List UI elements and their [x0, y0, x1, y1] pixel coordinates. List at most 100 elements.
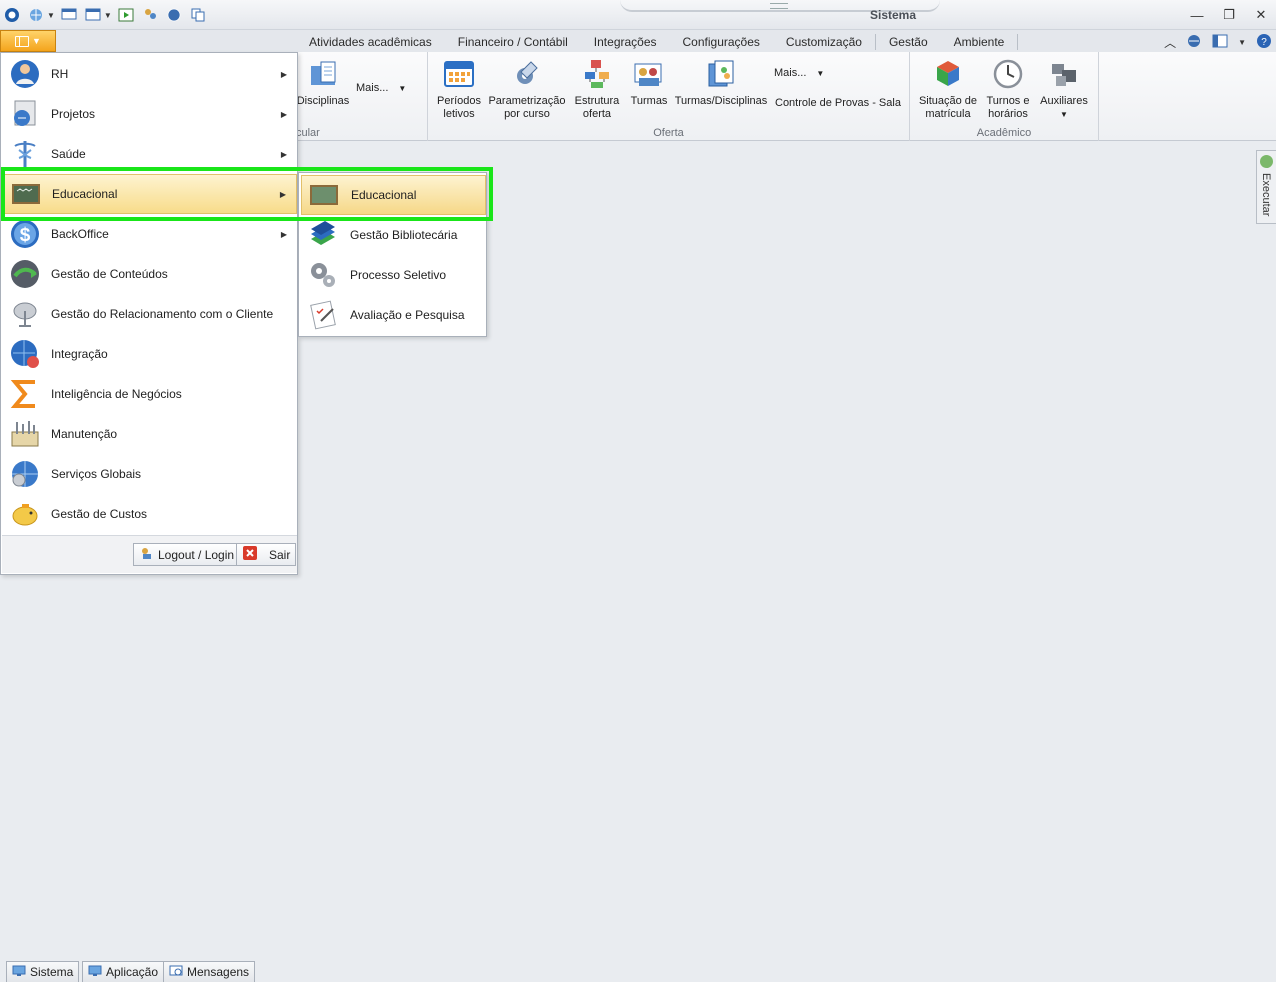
restore-icon[interactable]: ❐	[1220, 6, 1238, 24]
group-label-academico: Acadêmico	[976, 127, 1032, 139]
boxes-icon	[1047, 57, 1081, 91]
application-menu-button[interactable]: ▼	[0, 30, 56, 52]
globe-plug-icon	[7, 336, 43, 372]
folder-book-icon	[306, 57, 340, 91]
menu-item-label: Projetos	[51, 107, 96, 121]
periodos-letivos-button[interactable]: Períodos letivos	[434, 57, 484, 121]
globe-icon[interactable]	[164, 5, 184, 25]
turmas-button[interactable]: Turmas	[626, 57, 672, 108]
sair-button[interactable]: Sair	[236, 543, 296, 566]
tab-ambiente[interactable]: Ambiente	[941, 34, 1019, 50]
gear-pen-icon	[510, 57, 544, 91]
sigma-icon	[7, 376, 43, 412]
menu-item-label: Serviços Globais	[51, 467, 142, 481]
menu-item-saude[interactable]: Saúde ▶	[2, 134, 297, 174]
chevron-down-icon[interactable]: ▼	[47, 11, 55, 20]
tab-integracoes[interactable]: Integrações	[581, 34, 670, 50]
mais-label: Mais...	[356, 82, 389, 94]
curricular-more-button[interactable]: Mais... ▼	[356, 82, 406, 94]
turmas-disciplinas-button[interactable]: Turmas/Disciplinas	[674, 57, 768, 108]
auxiliares-button[interactable]: Auxiliares ▼	[1038, 57, 1090, 121]
educacional-submenu: Educacional Gestão Bibliotecária Process…	[298, 172, 487, 337]
estrutura-label-1: Estrutura	[574, 95, 620, 107]
menu-item-label: Integração	[51, 347, 108, 361]
close-icon[interactable]: ✕	[1252, 6, 1270, 24]
play-icon[interactable]	[116, 5, 136, 25]
users-icon[interactable]	[140, 5, 160, 25]
monitor-icon	[12, 965, 26, 980]
controle-provas-sala-button[interactable]: Controle de Provas - Sala	[775, 97, 901, 109]
tab-configuracoes[interactable]: Configurações	[670, 34, 773, 50]
chevron-right-icon: ▶	[280, 229, 287, 239]
taskbar-aplicacao-button[interactable]: Aplicação	[82, 961, 165, 982]
menu-item-label: Educacional	[52, 187, 118, 201]
menu-item-label: Gestão de Conteúdos	[51, 267, 168, 281]
controle-provas-label: Controle de Provas - Sala	[775, 97, 901, 109]
oferta-mais-label: Mais...	[774, 67, 807, 79]
tab-gestao[interactable]: Gestão	[876, 34, 941, 50]
situacao-matricula-button[interactable]: Situação de matrícula	[916, 57, 980, 121]
chevron-right-icon: ▶	[280, 149, 287, 159]
globe-toolbar-icon[interactable]	[26, 5, 46, 25]
menu-item-backoffice[interactable]: $ BackOffice ▶	[2, 214, 297, 254]
turnos-label-2: horários	[988, 108, 1028, 120]
submenu-item-educacional[interactable]: Educacional	[301, 175, 486, 215]
screen-icon[interactable]	[59, 5, 79, 25]
layout-icon[interactable]	[1212, 34, 1228, 51]
estrutura-label-2: oferta	[582, 108, 612, 120]
menu-footer: Logout / Login Sair	[2, 535, 297, 573]
satellite-dish-icon	[7, 296, 43, 332]
chalkboard-icon	[8, 176, 44, 212]
submenu-item-processo-seletivo[interactable]: Processo Seletivo	[301, 255, 486, 295]
turnos-label-1: Turnos e	[986, 95, 1030, 107]
menu-item-gestao-conteudos[interactable]: Gestão de Conteúdos	[2, 254, 297, 294]
copy-icon[interactable]	[188, 5, 208, 25]
sair-label: Sair	[269, 547, 291, 562]
globe-arrow-icon	[7, 256, 43, 292]
globe-gear-icon	[7, 456, 43, 492]
collapse-ribbon-icon[interactable]: ︿	[1164, 34, 1176, 51]
submenu-item-gestao-bibliotecaria[interactable]: Gestão Bibliotecária	[301, 215, 486, 255]
menu-item-projetos[interactable]: Projetos ▶	[2, 94, 297, 134]
taskbar-sistema-button[interactable]: Sistema	[6, 961, 80, 982]
clock-icon	[991, 57, 1025, 91]
minimize-icon[interactable]: —	[1188, 6, 1206, 24]
drag-grip[interactable]	[770, 3, 788, 9]
oferta-more-button[interactable]: Mais... ▼	[774, 67, 824, 79]
disciplinas-button[interactable]: Disciplinas	[297, 57, 349, 108]
taskbar-label: Sistema	[30, 965, 74, 979]
menu-item-label: BackOffice	[51, 227, 109, 241]
menu-item-servicos-globais[interactable]: Serviços Globais	[2, 454, 297, 494]
menu-item-label: Gestão do Relacionamento com o Cliente	[51, 307, 274, 321]
chevron-down-icon[interactable]: ▼	[1238, 38, 1246, 47]
menu-item-manutencao[interactable]: Manutenção	[2, 414, 297, 454]
tab-financeiro-contabil[interactable]: Financeiro / Contábil	[445, 34, 581, 50]
chevron-down-icon[interactable]: ▼	[104, 11, 112, 20]
executar-dock-tab[interactable]: Executar	[1256, 150, 1276, 224]
menu-item-educacional[interactable]: Educacional ▶	[2, 174, 297, 214]
menu-item-integracao[interactable]: Integração	[2, 334, 297, 374]
menu-item-gestao-relacionamento[interactable]: Gestão do Relacionamento com o Cliente	[2, 294, 297, 334]
toolbox-icon	[7, 416, 43, 452]
logout-login-button[interactable]: Logout / Login	[133, 543, 242, 566]
submenu-item-avaliacao-pesquisa[interactable]: Avaliação e Pesquisa	[301, 295, 486, 335]
menu-item-inteligencia-negocios[interactable]: Inteligência de Negócios	[2, 374, 297, 414]
turnos-horarios-button[interactable]: Turnos e horários	[982, 57, 1034, 121]
window-icon[interactable]	[83, 5, 103, 25]
turmas-disciplinas-label: Turmas/Disciplinas	[674, 95, 768, 107]
help-icon[interactable]: ?	[1256, 33, 1272, 52]
app-logo-icon[interactable]	[2, 5, 22, 25]
parametrizacao-button[interactable]: Parametrização por curso	[488, 57, 566, 121]
checklist-pen-icon	[306, 298, 340, 332]
estrutura-oferta-button[interactable]: Estrutura oferta	[572, 57, 622, 121]
taskbar-mensagens-button[interactable]: Mensagens	[163, 961, 256, 982]
svg-text:?: ?	[1261, 37, 1267, 48]
cube-arrows-icon	[931, 57, 965, 91]
tab-customizacao[interactable]: Customização	[773, 34, 876, 50]
menu-item-label: Manutenção	[51, 427, 118, 441]
menu-item-rh[interactable]: RH ▶	[2, 54, 297, 94]
tab-atividades-academicas[interactable]: Atividades acadêmicas	[296, 34, 445, 50]
globe-help-icon[interactable]	[1186, 33, 1202, 52]
menu-item-gestao-custos[interactable]: Gestão de Custos	[2, 494, 297, 534]
application-menu: RH ▶ Projetos ▶ Saúde ▶ Educacional ▶ $ …	[0, 52, 298, 575]
